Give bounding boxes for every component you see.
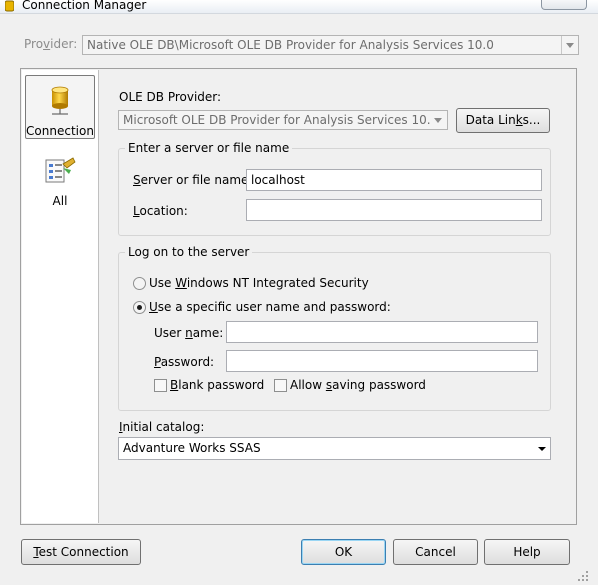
provider-select[interactable]: Native OLE DB\Microsoft OLE DB Provider … [82,35,579,55]
password-label: Password: [154,355,215,369]
ole-provider-value: Microsoft OLE DB Provider for Analysis S… [123,113,439,127]
chevron-down-icon[interactable] [538,447,546,451]
database-icon [5,0,14,12]
location-label: Location: [133,204,188,218]
properties-list-icon[interactable] [43,156,77,188]
server-name-label: Server or file name: [133,173,253,187]
server-group-title: Enter a server or file name [125,141,293,155]
initial-catalog-label: Initial catalog: [119,420,205,434]
nav-item-connection-label: Connection [26,124,94,138]
logon-group-title: Log on to the server [125,245,253,259]
window-title: Connection Manager [22,0,147,12]
username-input[interactable] [226,321,538,343]
ole-provider-label: OLE DB Provider: [119,90,222,104]
server-group [118,148,551,236]
data-links-button[interactable]: Data Links... [456,108,550,133]
allow-saving-password-checkbox[interactable] [274,379,287,392]
close-button[interactable] [541,0,587,10]
location-input[interactable] [246,199,542,221]
radio-specific-user[interactable] [133,301,146,314]
chevron-down-icon[interactable] [561,36,578,54]
blank-password-label[interactable]: Blank password [170,378,264,392]
server-name-input[interactable]: localhost [246,169,542,191]
blank-password-checkbox[interactable] [154,379,167,392]
ole-provider-select[interactable]: Microsoft OLE DB Provider for Analysis S… [118,110,448,130]
username-label: User name: [154,326,224,340]
initial-catalog-value: Advanture Works SSAS [123,441,261,455]
help-button[interactable]: Help [484,539,570,565]
chevron-down-icon[interactable] [430,111,447,129]
radio-windows-auth-label[interactable]: Use Windows NT Integrated Security [149,276,369,290]
test-connection-button[interactable]: Test Connection [21,539,141,565]
provider-label: Provider: [24,37,78,51]
provider-select-value: Native OLE DB\Microsoft OLE DB Provider … [87,38,494,52]
initial-catalog-select[interactable]: Advanture Works SSAS [118,437,551,460]
cancel-button[interactable]: Cancel [393,539,478,565]
ok-button[interactable]: OK [301,539,386,565]
radio-specific-user-label[interactable]: Use a specific user name and password: [149,300,391,314]
radio-windows-auth[interactable] [133,277,146,290]
allow-saving-password-label[interactable]: Allow saving password [290,378,426,392]
database-cylinder-icon [51,86,69,115]
password-input[interactable] [226,350,538,372]
nav-item-all-label[interactable]: All [25,194,95,208]
resize-grip-icon[interactable] [576,569,590,583]
